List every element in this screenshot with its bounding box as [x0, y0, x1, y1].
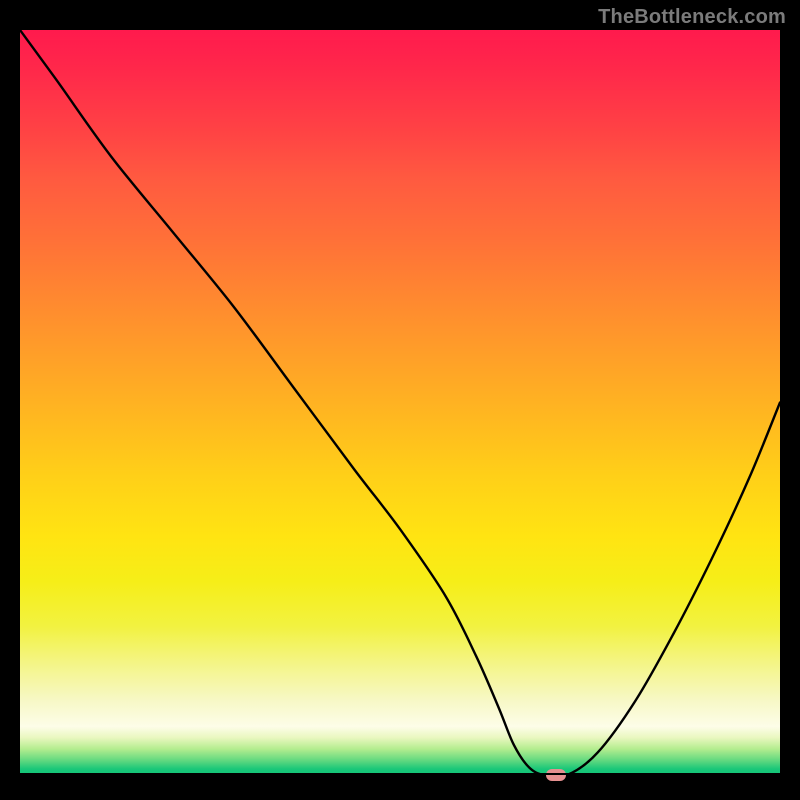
curve-path [20, 30, 780, 775]
bottleneck-curve [20, 30, 780, 775]
chart-frame: TheBottleneck.com [0, 0, 800, 800]
watermark-text: TheBottleneck.com [598, 6, 786, 29]
optimal-marker [546, 769, 566, 781]
x-axis-line [20, 773, 780, 775]
plot-area [20, 30, 780, 775]
